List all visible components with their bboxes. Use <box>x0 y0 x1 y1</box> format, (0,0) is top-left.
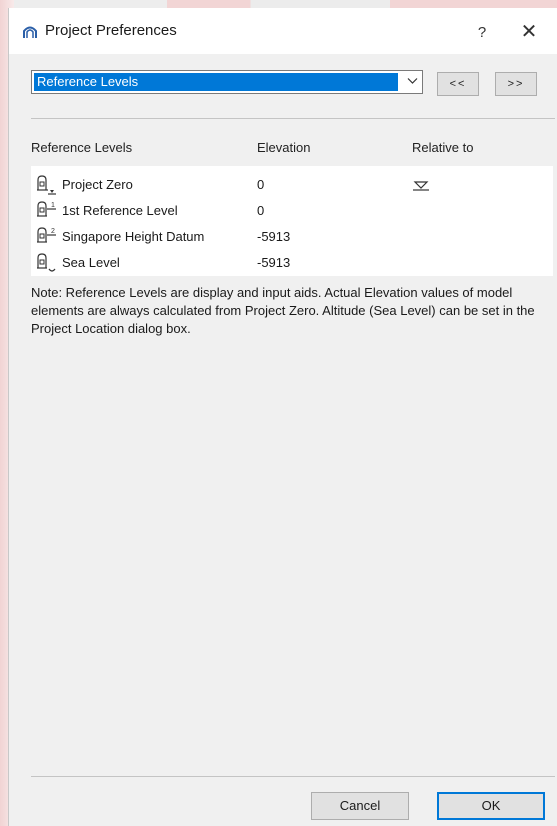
cancel-button[interactable]: Cancel <box>311 792 409 820</box>
level-elevation: 0 <box>257 203 265 218</box>
column-header-relative-to: Relative to <box>412 140 474 155</box>
reference-level-2-icon: 2 <box>37 227 56 243</box>
column-header-elevation: Elevation <box>257 140 311 155</box>
project-zero-icon <box>37 175 56 195</box>
table-row[interactable]: 2 Singapore Height Datum -5913 <box>31 224 553 250</box>
level-elevation: -5913 <box>257 229 291 244</box>
table-row[interactable]: 1 1st Reference Level 0 <box>31 198 553 224</box>
dropdown-selected-value: Reference Levels <box>34 73 398 91</box>
table-row[interactable]: Project Zero 0 <box>31 172 553 198</box>
ok-button[interactable]: OK <box>437 792 545 820</box>
reference-levels-table: Project Zero 0 1 1st Reference Level 0 2… <box>31 166 553 276</box>
next-page-button[interactable]: >> <box>495 72 537 96</box>
column-header-reference-levels: Reference Levels <box>31 140 133 155</box>
title-bar: Project Preferences ? ✕ <box>9 8 557 54</box>
svg-text:1: 1 <box>51 202 55 209</box>
project-preferences-dialog: Project Preferences ? ✕ Reference Levels… <box>8 8 557 826</box>
level-marker-icon <box>413 181 429 191</box>
sea-level-icon <box>37 253 56 272</box>
reference-level-1-icon: 1 <box>37 201 56 217</box>
background-strip-top <box>0 0 557 8</box>
separator <box>31 776 555 777</box>
info-note: Note: Reference Levels are display and i… <box>31 285 535 336</box>
level-elevation: -5913 <box>257 255 291 270</box>
level-name: 1st Reference Level <box>62 203 178 218</box>
level-name: Sea Level <box>62 255 120 270</box>
svg-text:2: 2 <box>51 228 55 235</box>
level-elevation: 0 <box>257 177 265 192</box>
previous-page-button[interactable]: << <box>437 72 479 96</box>
chevron-down-icon <box>407 78 418 84</box>
preferences-page-dropdown[interactable]: Reference Levels <box>31 70 423 94</box>
separator <box>31 118 555 119</box>
dialog-title: Project Preferences <box>45 22 177 39</box>
level-name: Singapore Height Datum <box>62 229 205 244</box>
table-row[interactable]: Sea Level -5913 <box>31 250 553 276</box>
archicad-app-icon <box>23 25 37 39</box>
level-name: Project Zero <box>62 177 133 192</box>
close-button[interactable]: ✕ <box>514 20 544 46</box>
help-button[interactable]: ? <box>470 21 494 45</box>
